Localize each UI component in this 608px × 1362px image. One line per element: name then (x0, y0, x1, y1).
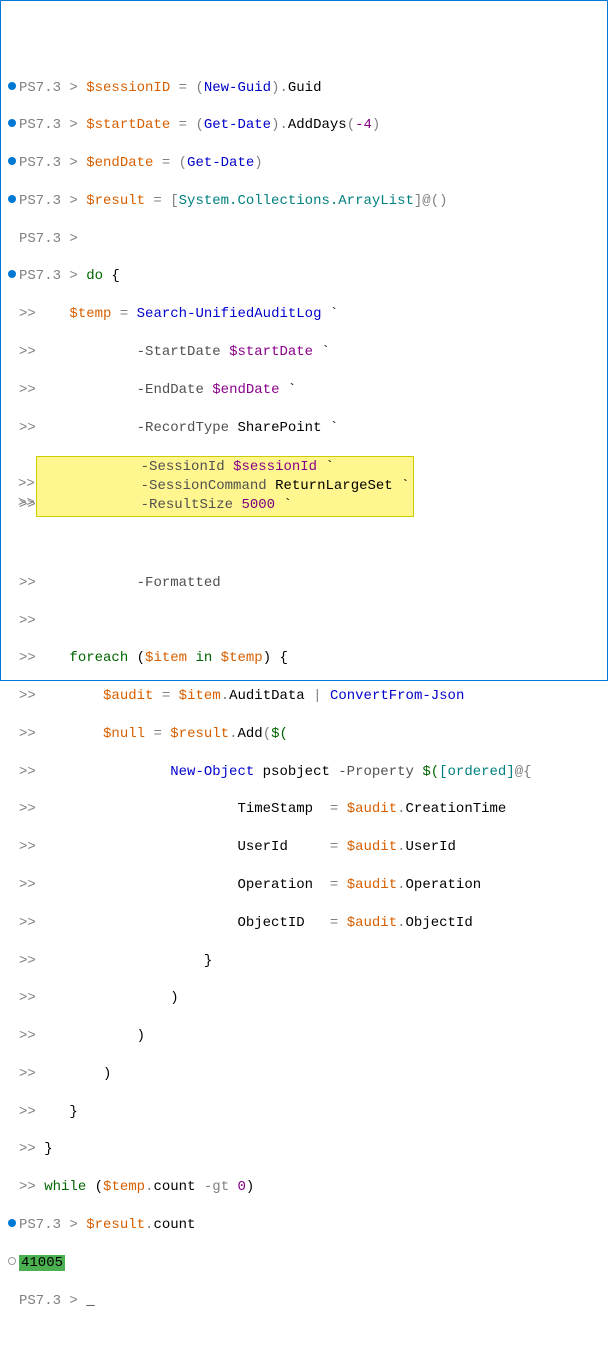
code-line: >> } (5, 1140, 603, 1159)
code-line: >> (4, 494, 35, 513)
line-content: >> TimeStamp = $audit.CreationTime (19, 800, 603, 819)
line-content: >> } (19, 1103, 603, 1122)
code-line: PS7.3 > $result = [System.Collections.Ar… (5, 192, 603, 211)
prompt-line[interactable]: PS7.3 > _ (5, 1292, 603, 1311)
code-line: >> New-Object psobject -Property $([orde… (5, 763, 603, 782)
code-line: >> ) (5, 1027, 603, 1046)
line-content: >> UserId = $audit.UserId (19, 838, 603, 857)
bullet-marker (5, 116, 19, 127)
cursor: _ (78, 1293, 95, 1309)
code-line: PS7.3 > (5, 230, 603, 249)
bullet-marker (5, 192, 19, 203)
code-line: >> $audit = $item.AuditData | ConvertFro… (5, 687, 603, 706)
line-content: PS7.3 > $startDate = (Get-Date).AddDays(… (19, 116, 603, 135)
line-content: >> ObjectID = $audit.ObjectId (19, 914, 603, 933)
line-content: PS7.3 > (19, 230, 603, 249)
code-line: >> UserId = $audit.UserId (5, 838, 603, 857)
bullet-marker (5, 267, 19, 278)
code-line: >> } (5, 1103, 603, 1122)
highlighted-code: -SessionId $sessionId ` -SessionCommand … (36, 456, 414, 517)
line-content: >> -SessionId $sessionId ` -SessionComma… (19, 456, 603, 517)
output-line: 41005 (5, 1254, 603, 1273)
line-content: >> (18, 494, 35, 513)
line-content: >> } (19, 1140, 603, 1159)
code-line: >> ObjectID = $audit.ObjectId (5, 914, 603, 933)
line-content: 41005 (19, 1254, 603, 1273)
line-content: >> -StartDate $startDate ` (19, 343, 603, 362)
bullet-marker (5, 154, 19, 165)
line-content: >> $null = $result.Add($( (19, 725, 603, 744)
code-line: >> $temp = Search-UnifiedAuditLog ` (5, 305, 603, 324)
bullet-marker-open (5, 1254, 19, 1265)
code-line: >> ) (5, 989, 603, 1008)
line-content: >> -RecordType SharePoint ` (19, 419, 603, 438)
line-content: PS7.3 > $sessionID = (New-Guid).Guid (19, 79, 603, 98)
line-content: PS7.3 > $result.count (19, 1216, 603, 1235)
code-line: >> (4, 475, 35, 494)
line-content: >> $temp = Search-UnifiedAuditLog ` (19, 305, 603, 324)
code-line: >> $null = $result.Add($( (5, 725, 603, 744)
line-content: >> -EndDate $endDate ` (19, 381, 603, 400)
line-content: >> (19, 612, 603, 631)
code-line: >> ) (5, 1065, 603, 1084)
code-line: >> -RecordType SharePoint ` (5, 419, 603, 438)
line-content: PS7.3 > do { (19, 267, 603, 286)
line-content: >> while ($temp.count -gt 0) (19, 1178, 603, 1197)
line-content: PS7.3 > _ (19, 1292, 603, 1311)
code-line: >> while ($temp.count -gt 0) (5, 1178, 603, 1197)
code-line: >> (5, 612, 603, 631)
line-content: PS7.3 > $result = [System.Collections.Ar… (19, 192, 603, 211)
code-line: PS7.3 > $sessionID = (New-Guid).Guid (5, 79, 603, 98)
code-line: >> -StartDate $startDate ` (5, 343, 603, 362)
bullet-marker (5, 1216, 19, 1227)
line-content: >> ) (19, 1065, 603, 1084)
code-line: >> } (5, 952, 603, 971)
code-line: >> -EndDate $endDate ` (5, 381, 603, 400)
code-line: >> -SessionId $sessionId ` -SessionComma… (5, 456, 603, 517)
highlighted-output: 41005 (19, 1255, 65, 1271)
line-content: >> } (19, 952, 603, 971)
line-content: >> (18, 475, 35, 494)
bullet-marker (5, 79, 19, 90)
line-content: >> -Formatted (19, 574, 603, 593)
bullet-marker (5, 230, 19, 233)
code-line: PS7.3 > $startDate = (Get-Date).AddDays(… (5, 116, 603, 135)
code-line: >> -Formatted (5, 574, 603, 593)
line-content: >> foreach ($item in $temp) { (19, 649, 603, 668)
code-line: PS7.3 > $endDate = (Get-Date) (5, 154, 603, 173)
line-content: >> ) (19, 1027, 603, 1046)
code-line: >> TimeStamp = $audit.CreationTime (5, 800, 603, 819)
line-content: >> New-Object psobject -Property $([orde… (19, 763, 603, 782)
code-line: PS7.3 > do { (5, 267, 603, 286)
line-content: PS7.3 > $endDate = (Get-Date) (19, 154, 603, 173)
code-line: >> foreach ($item in $temp) { (5, 649, 603, 668)
bullet-marker (5, 305, 19, 308)
code-line: >> Operation = $audit.Operation (5, 876, 603, 895)
code-line: PS7.3 > $result.count (5, 1216, 603, 1235)
line-content: >> Operation = $audit.Operation (19, 876, 603, 895)
line-content: >> $audit = $item.AuditData | ConvertFro… (19, 687, 603, 706)
line-content: >> ) (19, 989, 603, 1008)
